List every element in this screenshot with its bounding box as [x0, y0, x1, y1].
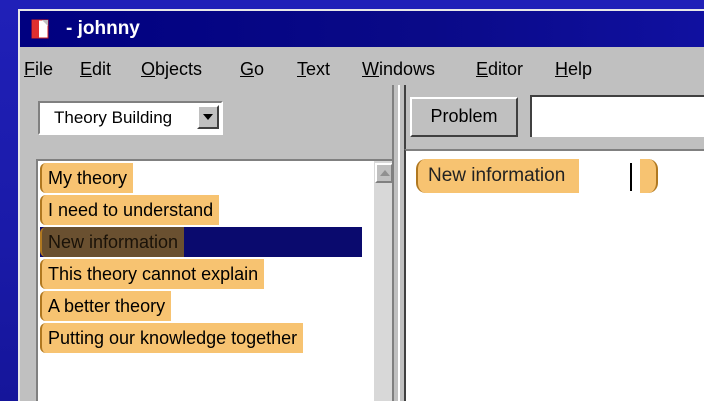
scaffold-end-marker[interactable]	[640, 159, 658, 193]
scaffold-selector-button[interactable]	[197, 105, 219, 129]
scaffold-selector-value: Theory Building	[54, 108, 173, 127]
menu-edit[interactable]: Edit	[80, 59, 111, 80]
scaffold-list: My theory I need to understand New infor…	[36, 159, 394, 401]
title-bar[interactable]: - johnny	[20, 11, 704, 47]
menu-objects[interactable]: Objects	[141, 59, 202, 80]
menu-help[interactable]: Help	[555, 59, 592, 80]
scaffold-item-cannot-explain[interactable]: This theory cannot explain	[40, 259, 265, 289]
scaffold-selector[interactable]: Theory Building	[38, 101, 223, 135]
text-cursor	[630, 163, 632, 191]
app-window: - johnny File Edit Objects Go Text Windo…	[18, 9, 704, 401]
menu-windows[interactable]: Windows	[362, 59, 435, 80]
scaffold-item-new-information[interactable]: New information	[40, 227, 362, 257]
menu-text[interactable]: Text	[297, 59, 330, 80]
scroll-up-button[interactable]	[375, 163, 393, 183]
scaffold-item-better-theory[interactable]: A better theory	[40, 291, 172, 321]
menu-editor[interactable]: Editor	[476, 59, 523, 80]
menu-bar: File Edit Objects Go Text Windows Editor…	[20, 47, 704, 85]
list-scrollbar[interactable]	[374, 161, 394, 401]
chevron-down-icon	[203, 114, 213, 120]
note-editor[interactable]: New information	[404, 149, 704, 401]
problem-input[interactable]	[530, 95, 704, 137]
scaffold-item-need-to-understand[interactable]: I need to understand	[40, 195, 220, 225]
menu-go[interactable]: Go	[240, 59, 264, 80]
editor-scaffold-tag[interactable]: New information	[416, 159, 580, 193]
window-title: - johnny	[66, 18, 140, 39]
chevron-up-icon	[380, 170, 390, 176]
scaffold-item-putting-knowledge-together[interactable]: Putting our knowledge together	[40, 323, 304, 353]
problem-button[interactable]: Problem	[410, 97, 518, 137]
menu-file[interactable]: File	[24, 59, 53, 80]
document-icon	[31, 19, 49, 39]
scaffold-item-my-theory[interactable]: My theory	[40, 163, 134, 193]
